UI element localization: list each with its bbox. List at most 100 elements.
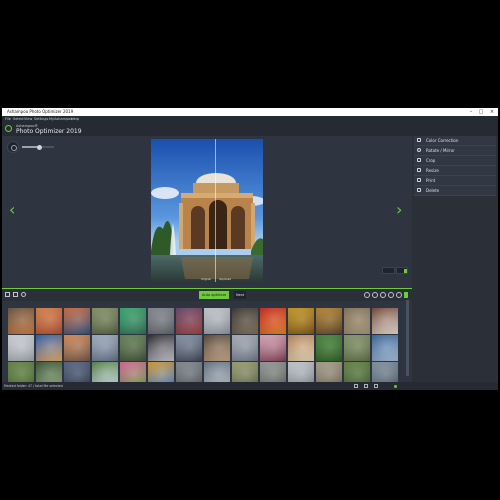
sidebar-item-crop[interactable]: Crop [414,156,496,166]
preview-photo: Original Improved [151,139,263,282]
delete-icon [417,188,421,192]
zoom-slider-handle[interactable] [37,144,43,150]
thumbnail-item[interactable] [92,308,118,334]
thumbnail-image [288,308,314,334]
thumbnail-item[interactable] [204,335,230,361]
thumbnail-image [372,335,398,361]
thumbnail-image [148,335,174,361]
thumbnail-item[interactable] [120,308,146,334]
prev-arrow-icon[interactable]: ‹ [9,202,15,218]
info-icon[interactable] [396,292,402,298]
thumbnail-item[interactable] [372,308,398,334]
thumbnail-item[interactable] [344,308,370,334]
brand-title: Photo Optimizer 2019 [16,128,82,135]
zoom-icon[interactable] [7,141,19,153]
thumbnail-item[interactable] [288,335,314,361]
thumbnail-scrollbar[interactable] [406,300,409,376]
status-bar: Marked folder: 47 / total file selected [2,382,498,390]
rotate-icon [417,148,421,152]
zoom-out-icon[interactable] [364,292,370,298]
split-view-icon [404,269,407,273]
split-view-button[interactable] [396,267,408,274]
thumbnail-item[interactable] [372,335,398,361]
close-button[interactable]: × [487,108,497,116]
thumbnail-item[interactable] [260,308,286,334]
thumbnail-image [344,308,370,334]
thumbnail-item[interactable] [204,308,230,334]
original-label: Original [201,278,211,281]
sidebar-item-color-correction[interactable]: Color Correction [414,136,496,146]
invert-selection-icon[interactable] [21,292,26,297]
rotate-left-icon[interactable] [380,292,386,298]
thumbnail-item[interactable] [232,335,258,361]
thumbnail-image [316,335,342,361]
status-indicator [394,384,397,388]
thumbnail-image [204,308,230,334]
thumbnail-item[interactable] [64,308,90,334]
sidebar-item-print[interactable]: Print [414,176,496,186]
thumbnail-item[interactable] [232,308,258,334]
rotate-right-icon[interactable] [388,292,394,298]
thumbnail-image [260,335,286,361]
thumbnail-item[interactable] [344,335,370,361]
palace-photo-image [151,139,263,282]
sidebar-item-label: Delete [426,188,440,193]
thumbnail-image [176,335,202,361]
thumbnail-image [288,335,314,361]
thumbnail-item[interactable] [36,335,62,361]
zoom-slider[interactable] [22,144,54,150]
next-arrow-icon[interactable]: › [396,202,402,218]
thumbnail-item[interactable] [316,308,342,334]
grid-view-icon[interactable] [364,384,368,388]
tooltip-next-button[interactable]: Next [234,291,247,299]
thumbnail-item[interactable] [288,308,314,334]
thumbnail-item[interactable] [92,335,118,361]
thumbnail-image [8,335,34,361]
thumbnail-item[interactable] [36,308,62,334]
sidebar-item-delete[interactable]: Delete [414,186,496,196]
thumbnail-image [92,335,118,361]
compare-view-button[interactable] [382,267,395,274]
thumbnail-image [64,308,90,334]
thumbnail-item[interactable] [176,335,202,361]
app-window: Ashampoo Photo Optimizer 2019 – □ × File… [2,108,498,390]
thumbnail-image [232,308,258,334]
window-title: Ashampoo Photo Optimizer 2019 [7,109,74,114]
improved-label: Improved [219,278,231,281]
detail-view-icon[interactable] [374,384,378,388]
deselect-icon[interactable] [13,292,18,297]
thumbnail-image [316,308,342,334]
sidebar-item-rotate-mirror[interactable]: Rotate / Mirror [414,146,496,156]
thumbnail-item[interactable] [176,308,202,334]
zoom-in-icon[interactable] [372,292,378,298]
sidebar-item-label: Print [426,178,436,183]
maximize-button[interactable]: □ [476,108,486,116]
thumbnail-item[interactable] [120,335,146,361]
sidebar-item-label: Color Correction [426,138,459,143]
thumbnail-item[interactable] [148,308,174,334]
sidebar-item-label: Resize [426,168,439,173]
select-all-icon[interactable] [5,292,10,297]
thumbnail-item[interactable] [260,335,286,361]
minimize-button[interactable]: – [466,108,476,116]
resize-icon [417,168,421,172]
thumbnail-item[interactable] [64,335,90,361]
thumbnail-image [176,308,202,334]
thumbnail-item[interactable] [8,308,34,334]
image-viewer: ‹ › Original Improved [2,136,412,288]
thumbnail-grid [6,300,398,388]
thumbnail-image [344,335,370,361]
app-header: Ashampoo® Photo Optimizer 2019 [2,122,498,136]
thumbnail-item[interactable] [8,335,34,361]
print-icon [417,178,421,182]
thumbnail-item[interactable] [316,335,342,361]
sidebar-item-resize[interactable]: Resize [414,166,496,176]
list-view-icon[interactable] [354,384,358,388]
optimize-indicator [404,292,408,298]
thumbnail-image [64,335,90,361]
thumbnail-image [92,308,118,334]
thumbnail-item[interactable] [148,335,174,361]
thumbnail-image [36,335,62,361]
before-after-divider[interactable] [215,139,216,282]
thumbnail-image [232,335,258,361]
